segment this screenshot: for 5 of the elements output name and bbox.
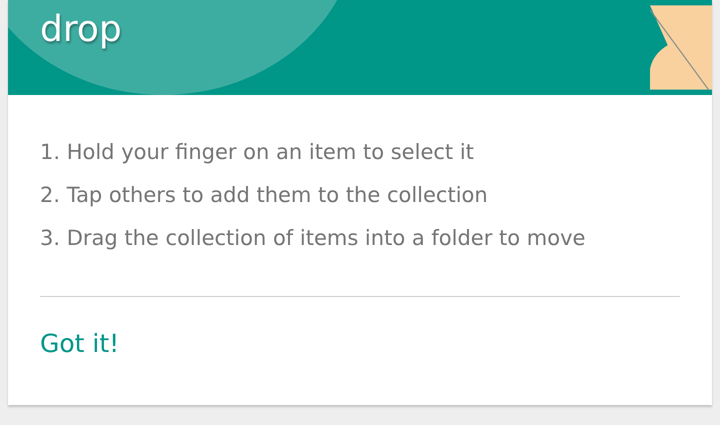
- instruction-step: 2. Tap others to add them to the collection: [40, 180, 680, 211]
- instruction-step: 3. Drag the collection of items into a folder to move: [40, 223, 680, 254]
- got-it-button[interactable]: Got it!: [40, 329, 120, 358]
- instruction-step: 1. Hold your finger on an item to select it: [40, 137, 680, 168]
- header-title: drop: [40, 10, 122, 50]
